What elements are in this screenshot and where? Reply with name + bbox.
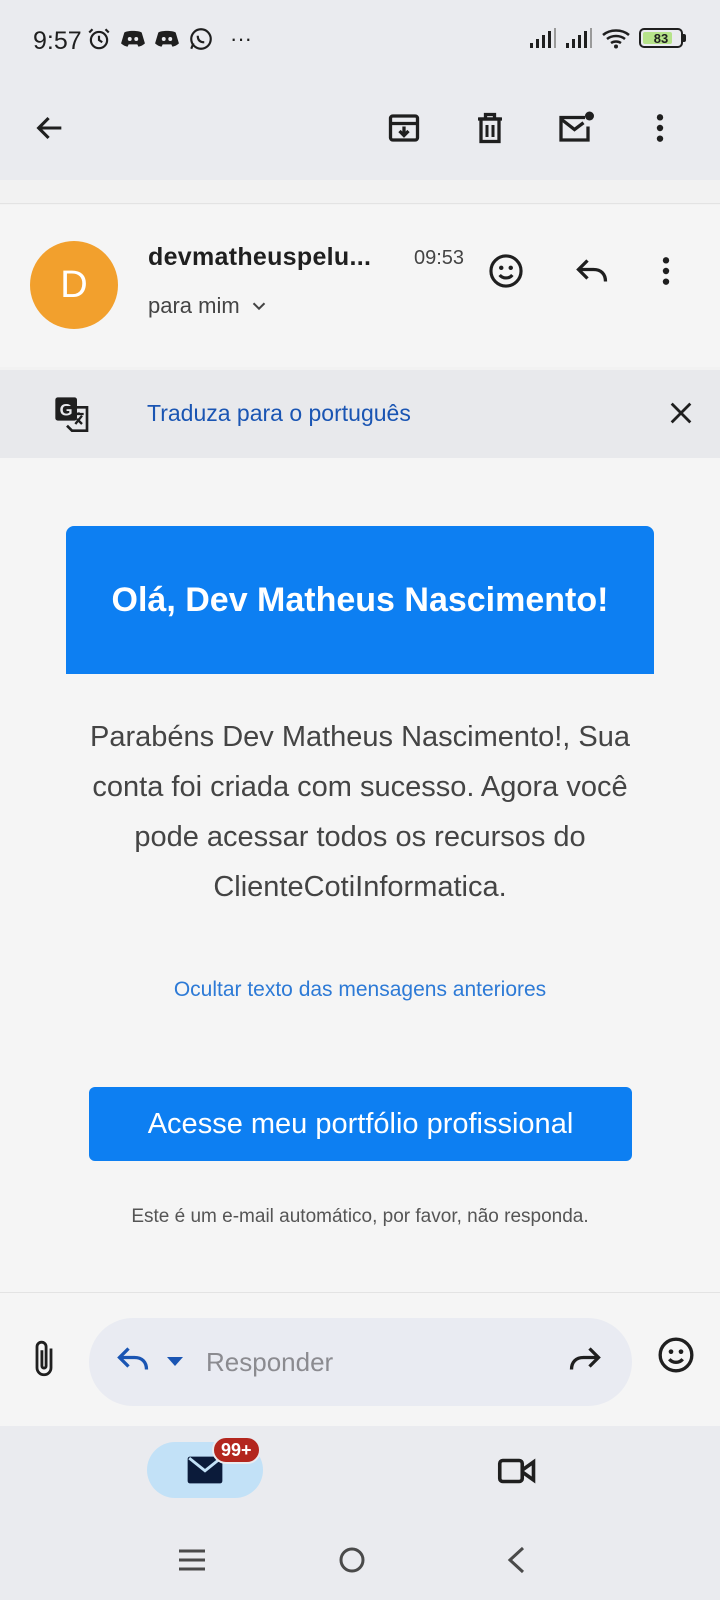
unread-badge: 99+ [212,1436,261,1464]
mark-unread-icon [559,111,594,142]
emoji-icon [658,1337,694,1373]
menu-icon [179,1549,205,1571]
paperclip-icon [35,1340,53,1377]
signal-icon [530,28,556,48]
portfolio-button[interactable]: Acesse meu portfólio profissional [89,1087,632,1161]
add-reaction-button[interactable] [480,245,532,297]
reply-mode-dropdown-icon[interactable] [165,1354,185,1368]
system-back-button[interactable] [486,1534,546,1586]
battery-level: 83 [653,30,669,46]
chevron-left-icon [507,1546,525,1574]
video-camera-icon [497,1458,536,1484]
battery-icon: 83 [639,28,683,48]
welcome-title: Olá, Dev Matheus Nascimento! [111,581,609,619]
recipient-details-toggle[interactable]: para mim [148,293,270,319]
back-button[interactable] [20,98,80,158]
quick-reply-bar: Responder [0,1292,720,1426]
message-text: Parabéns Dev Matheus Nascimento!, Sua co… [90,721,630,903]
close-translate-button[interactable] [656,388,706,438]
mark-unread-button[interactable] [546,98,606,158]
reply-placeholder: Responder [206,1347,334,1377]
discord-icon-2 [155,30,179,47]
meet-tab[interactable] [487,1446,547,1496]
recipient-label: para mim [148,293,240,318]
status-bar: 9:57 ··· 83 [0,0,720,80]
email-body: Olá, Dev Matheus Nascimento! Parabéns De… [0,458,720,1292]
emoji-icon [489,254,523,288]
avatar-letter: D [60,263,88,306]
message-time: 09:53 [414,247,465,269]
sender-avatar[interactable]: D [30,241,118,329]
home-circle-icon [339,1547,365,1573]
automatic-email-note: Este é um e-mail automático, por favor, … [131,1206,589,1227]
archive-button[interactable] [374,98,434,158]
message-header: D devmatheuspelu... 09:53 para mim [0,205,720,367]
delete-icon [478,112,502,144]
archive-icon [388,114,420,142]
forward-button[interactable] [567,1344,603,1374]
reply-mode-icon[interactable] [115,1344,151,1374]
svg-text:G: G [60,401,73,420]
battery-tip [683,34,686,42]
status-time: 9:57 [33,27,82,55]
attach-button[interactable] [22,1331,66,1387]
alarm-icon [88,28,110,50]
reply-icon [576,259,608,282]
reply-input[interactable]: Responder [89,1318,632,1406]
signal-icon-2 [566,28,592,48]
bottom-navigation: 99+ [0,1426,720,1600]
reply-button[interactable] [566,245,618,297]
welcome-banner: Olá, Dev Matheus Nascimento! [66,526,654,674]
forward-icon [569,1347,601,1370]
subject-separator [0,180,720,204]
translate-icon: G [52,394,92,434]
wifi-icon [602,29,630,49]
translate-link[interactable]: Traduza para o português [147,400,411,427]
chevron-down-icon [252,302,265,311]
more-vert-icon [656,114,664,142]
close-icon [670,402,692,424]
back-arrow-icon [36,116,62,140]
recent-apps-button[interactable] [162,1534,222,1586]
discord-icon [121,30,145,47]
hide-quoted-text-link[interactable]: Ocultar texto das mensagens anteriores [0,978,720,1002]
sender-name[interactable]: devmatheuspelu... [148,243,371,272]
notification-icons: ··· [86,26,252,52]
translate-banner: G Traduza para o português [0,370,720,458]
more-notifications-indicator: ··· [230,26,252,51]
delete-button[interactable] [460,98,520,158]
more-vert-icon [662,257,670,285]
emoji-button[interactable] [656,1335,696,1375]
home-button[interactable] [322,1534,382,1586]
system-status: 83 [529,27,686,49]
whatsapp-icon [190,28,212,50]
message-more-button[interactable] [640,245,692,297]
email-toolbar [0,80,720,180]
more-options-button[interactable] [630,98,690,158]
